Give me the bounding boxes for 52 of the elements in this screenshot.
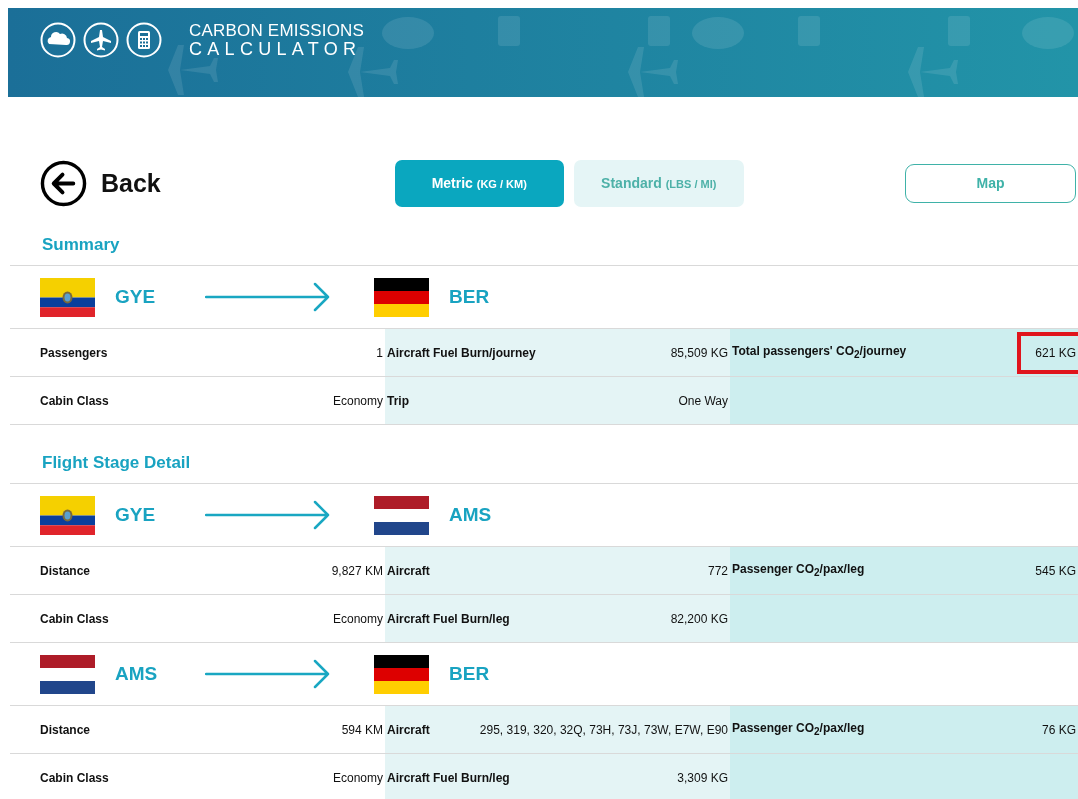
ecuador-flag-icon xyxy=(40,495,95,535)
airport-code: BER xyxy=(449,286,491,308)
field-value: 1 xyxy=(376,345,383,360)
netherlands-flag-icon xyxy=(40,654,95,694)
field-value: 3,309 KG xyxy=(677,770,728,785)
field-label: Cabin Class xyxy=(40,770,109,785)
logo-title: CARBON EMISSIONS xyxy=(189,22,365,39)
field-value: 9,827 KM xyxy=(331,563,383,578)
unit-tab[interactable]: Metric (KG / KM) xyxy=(394,159,564,207)
field-label: Passengers xyxy=(40,345,108,360)
field-value: Economy xyxy=(332,611,383,626)
field-value: One Way xyxy=(678,393,728,408)
field-value: 545 KG xyxy=(1035,563,1076,578)
ecuador-flag-icon xyxy=(40,277,95,317)
field-label: Aircraft Fuel Burn/leg xyxy=(387,770,510,785)
germany-flag-icon xyxy=(374,654,429,694)
back-link[interactable]: Back xyxy=(40,159,161,207)
airport-code: AMS xyxy=(449,504,493,526)
field-value: 85,509 KG xyxy=(670,345,728,360)
airplane-icon xyxy=(83,22,119,58)
unit-tab[interactable]: Standard (LBS / MI) xyxy=(573,159,744,207)
netherlands-flag-icon xyxy=(374,495,429,535)
calculator-icon xyxy=(126,22,162,58)
field-value: Economy xyxy=(332,393,383,408)
map-button[interactable]: Map xyxy=(905,163,1076,203)
airport-code: GYE xyxy=(115,504,157,526)
section-heading: Flight Stage Detail xyxy=(10,425,1078,484)
field-label: Aircraft Fuel Burn/leg xyxy=(387,611,510,626)
field-label: Passenger CO$_{2}$/pax/leg xyxy=(732,721,865,738)
airport-code: BER xyxy=(449,663,491,685)
field-label: Aircraft Fuel Burn/journey xyxy=(387,345,536,360)
airport-code: GYE xyxy=(115,286,157,308)
field-label: Distance xyxy=(40,563,91,578)
airport-code: AMS xyxy=(115,663,159,685)
germany-flag-icon xyxy=(374,277,429,317)
field-label: Cabin Class xyxy=(40,611,109,626)
field-label: Passenger CO$_{2}$/pax/leg xyxy=(732,562,865,579)
field-value: 594 KM xyxy=(341,722,383,737)
field-label: Total passengers' CO$_{2}$/journey xyxy=(732,344,907,361)
field-label: Trip xyxy=(387,393,409,408)
logo-subtitle: CALCULATOR xyxy=(189,40,363,58)
section-heading: Summary xyxy=(10,207,1078,266)
field-value: 295, 319, 320, 32Q, 73H, 73J, 73W, E7W, E90 xyxy=(479,722,728,737)
field-value: 76 KG xyxy=(1041,722,1076,737)
field-label: Cabin Class xyxy=(40,393,109,408)
field-value: 82,200 KG xyxy=(670,611,728,626)
field-value: 772 xyxy=(707,563,728,578)
field-label: Aircraft xyxy=(387,722,430,737)
field-value: Economy xyxy=(332,770,383,785)
cloud-icon xyxy=(40,22,76,58)
field-label: Distance xyxy=(40,722,91,737)
field-label: Aircraft xyxy=(387,563,430,578)
